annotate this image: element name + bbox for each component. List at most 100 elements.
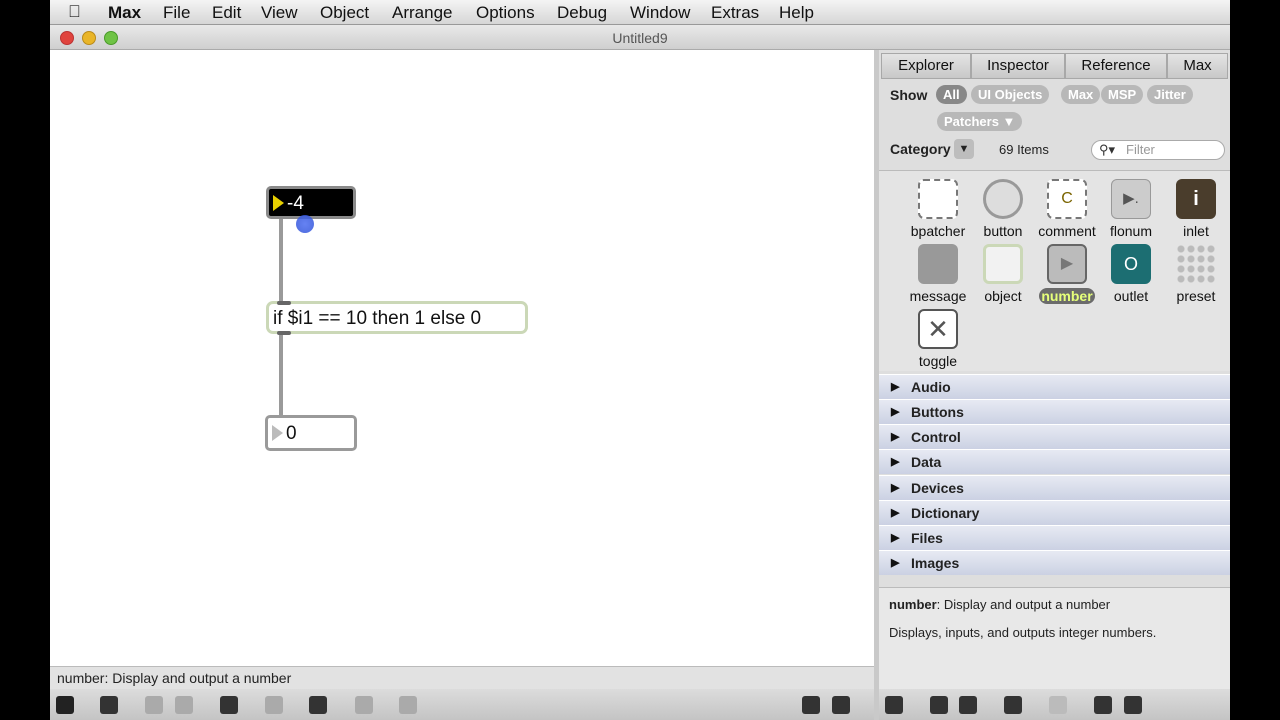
filter-search-input[interactable]: ⚲▾ Filter bbox=[1091, 140, 1225, 160]
lock-icon[interactable] bbox=[56, 696, 74, 714]
status-text: number: Display and output a number bbox=[57, 670, 292, 686]
info-icon[interactable] bbox=[265, 696, 283, 714]
outlet-icon: O bbox=[1111, 244, 1151, 284]
sidebar-toggle-icon[interactable] bbox=[832, 696, 850, 714]
patcher-canvas[interactable]: -4 if $i1 == 10 then 1 else 0 0 bbox=[50, 50, 874, 666]
filter-msp[interactable]: MSP bbox=[1101, 85, 1144, 104]
number-icon: ▶ bbox=[1047, 244, 1087, 284]
menu-file[interactable]: File bbox=[163, 3, 190, 23]
help-icon[interactable] bbox=[1094, 696, 1112, 714]
menu-edit[interactable]: Edit bbox=[212, 3, 241, 23]
number-box-input[interactable]: -4 bbox=[266, 186, 356, 219]
category-images[interactable]: ▶ Images bbox=[879, 550, 1230, 575]
palette-item-button[interactable]: button bbox=[970, 179, 1036, 239]
menu-extras[interactable]: Extras bbox=[711, 3, 759, 23]
filter-jitter[interactable]: Jitter bbox=[1147, 85, 1193, 104]
menu-arrange[interactable]: Arrange bbox=[392, 3, 452, 23]
patch-cord-bottom[interactable] bbox=[279, 332, 283, 417]
palette-item-number[interactable]: ▶ number bbox=[1034, 244, 1100, 306]
number-box-output[interactable]: 0 bbox=[265, 415, 357, 451]
category-devices[interactable]: ▶ Devices bbox=[879, 475, 1230, 500]
patcher-toolbar bbox=[50, 689, 874, 720]
filter-all[interactable]: All bbox=[936, 85, 967, 104]
palette-item-label: bpatcher bbox=[910, 223, 966, 239]
palette-item-outlet[interactable]: O outlet bbox=[1098, 244, 1164, 304]
menu-help[interactable]: Help bbox=[779, 3, 814, 23]
palette-item-comment[interactable]: C comment bbox=[1034, 179, 1100, 239]
category-label: Devices bbox=[911, 480, 964, 496]
palette-item-inlet[interactable]: i inlet bbox=[1163, 179, 1229, 239]
item-count: 69 Items bbox=[999, 142, 1049, 157]
tab-reference[interactable]: Reference bbox=[1065, 53, 1167, 79]
list-view-icon[interactable] bbox=[959, 696, 977, 714]
number-triangle-icon bbox=[273, 195, 284, 211]
grid-icon[interactable] bbox=[355, 696, 373, 714]
category-data[interactable]: ▶ Data bbox=[879, 449, 1230, 474]
debug-icon[interactable] bbox=[220, 696, 238, 714]
filter-ui-objects[interactable]: UI Objects bbox=[971, 85, 1050, 104]
menu-window[interactable]: Window bbox=[630, 3, 690, 23]
palette-item-label: flonum bbox=[1109, 223, 1153, 239]
object-icon bbox=[983, 244, 1023, 284]
disclosure-triangle-icon: ▶ bbox=[891, 406, 900, 418]
category-label: Dictionary bbox=[911, 505, 980, 521]
menu-debug[interactable]: Debug bbox=[557, 3, 607, 23]
tab-explorer[interactable]: Explorer bbox=[881, 53, 971, 79]
category-dropdown[interactable]: ▼ bbox=[954, 139, 974, 159]
number-value: -4 bbox=[287, 193, 304, 214]
disclosure-triangle-icon: ▶ bbox=[891, 532, 900, 544]
apple-logo-icon[interactable]:  bbox=[68, 2, 81, 22]
palette-item-toggle[interactable]: ✕ toggle bbox=[905, 309, 971, 369]
palette-item-label: object bbox=[984, 288, 1022, 304]
category-dictionary[interactable]: ▶ Dictionary bbox=[879, 500, 1230, 525]
menu-view[interactable]: View bbox=[261, 3, 298, 23]
disclosure-triangle-icon: ▶ bbox=[891, 381, 900, 393]
category-files[interactable]: ▶ Files bbox=[879, 525, 1230, 550]
tab-inspector[interactable]: Inspector bbox=[971, 53, 1065, 79]
patch-cord-top[interactable] bbox=[279, 217, 283, 303]
object-palette: bpatcher button C comment ▶. flonum i in… bbox=[879, 170, 1230, 371]
grid-view-icon[interactable] bbox=[930, 696, 948, 714]
eye-icon[interactable] bbox=[1004, 696, 1022, 714]
status-bar: number: Display and output a number bbox=[50, 666, 874, 689]
category-control[interactable]: ▶ Control bbox=[879, 424, 1230, 449]
palette-item-preset[interactable]: preset bbox=[1163, 244, 1229, 304]
menu-icon[interactable] bbox=[1124, 696, 1142, 714]
filter-patchers[interactable]: Patchers ▼ bbox=[937, 112, 1023, 131]
menu-object[interactable]: Object bbox=[320, 3, 369, 23]
palette-item-label: button bbox=[983, 223, 1023, 239]
disclosure-triangle-icon: ▶ bbox=[891, 557, 900, 569]
sidebar-toolbar bbox=[879, 689, 1230, 720]
category-label: Audio bbox=[911, 379, 951, 395]
new-object-icon[interactable] bbox=[309, 696, 327, 714]
category-label: Buttons bbox=[911, 404, 964, 420]
palette-item-message[interactable]: message bbox=[905, 244, 971, 304]
inlet-port[interactable] bbox=[277, 301, 291, 305]
tab-max[interactable]: Max bbox=[1167, 53, 1228, 79]
add-icon[interactable] bbox=[1049, 696, 1067, 714]
if-object-box[interactable]: if $i1 == 10 then 1 else 0 bbox=[266, 301, 528, 335]
preset-icon bbox=[1176, 244, 1216, 284]
mixer-icon[interactable] bbox=[145, 696, 163, 714]
gear-icon[interactable] bbox=[885, 696, 903, 714]
palette-item-flonum[interactable]: ▶. flonum bbox=[1098, 179, 1164, 239]
outlet-port[interactable] bbox=[277, 331, 291, 335]
mouse-cursor-icon bbox=[296, 215, 314, 233]
palette-item-object[interactable]: object bbox=[970, 244, 1036, 304]
palette-item-bpatcher[interactable]: bpatcher bbox=[905, 179, 971, 239]
clear-icon[interactable] bbox=[175, 696, 193, 714]
menu-bar:  Max File Edit View Object Arrange Options Deb… bbox=[50, 0, 1230, 25]
bpatcher-icon bbox=[918, 179, 958, 219]
palette-item-label: inlet bbox=[1183, 223, 1209, 239]
category-label: Category bbox=[890, 141, 951, 157]
snap-icon[interactable] bbox=[399, 696, 417, 714]
menu-options[interactable]: Options bbox=[476, 3, 535, 23]
presentation-icon[interactable] bbox=[100, 696, 118, 714]
bottom-panel-icon[interactable] bbox=[802, 696, 820, 714]
menu-max[interactable]: Max bbox=[108, 3, 141, 23]
palette-item-label: outlet bbox=[1113, 288, 1149, 304]
filter-max[interactable]: Max bbox=[1061, 85, 1101, 104]
category-buttons[interactable]: ▶ Buttons bbox=[879, 399, 1230, 424]
category-audio[interactable]: ▶ Audio bbox=[879, 374, 1230, 399]
palette-item-label: preset bbox=[1176, 288, 1216, 304]
